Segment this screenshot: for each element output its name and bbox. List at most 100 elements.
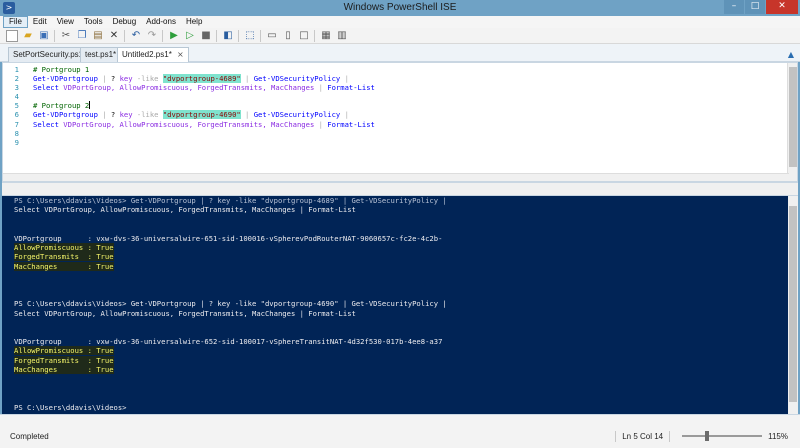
open-folder-icon[interactable]: ▰ [22,30,34,42]
console-output[interactable]: PS C:\Users\ddavis\Videos> Get-VDPortgro… [14,196,447,412]
menu-debug[interactable]: Debug [108,16,142,28]
line-number: 8 [14,128,19,138]
collapse-script-pane-icon[interactable]: ▲ [788,50,794,59]
menu-file[interactable]: File [3,16,28,28]
menu-edit[interactable]: Edit [28,16,52,28]
show-script-pane-max-icon[interactable]: □ [298,30,310,42]
code-token: VDPortGroup, AllowPromiscuous, ForgedTra… [63,83,315,93]
powershell-tab-icon[interactable]: ⬚ [244,30,256,42]
line-number: 5 [14,101,19,111]
code-token: # Portgroup 2 [33,101,90,111]
zoom-slider-thumb[interactable] [704,431,709,441]
script-pane[interactable]: 1 # Portgroup 1 2 Get-VDPortgroup | ? key -… [2,62,798,182]
menu-help[interactable]: Help [181,16,207,28]
script-line[interactable]: 7 Select VDPortGroup, AllowPromiscuous, F… [3,120,375,129]
menu-view[interactable]: View [52,16,79,28]
console-line: VDPortgroup : vxw-dvs-36-universalwire-6… [14,233,443,243]
redo-icon[interactable]: ↷ [146,30,158,42]
cursor-position: Ln 5 Col 14 [622,431,664,441]
console-line: PS C:\Users\ddavis\Videos> Get-VDPortgro… [14,299,447,309]
status-text: Completed [10,432,49,441]
show-script-pane-right-icon[interactable]: ▯ [282,30,294,42]
copy-icon[interactable]: ❐ [76,30,88,42]
code-token: | [240,110,254,120]
run-script-icon[interactable]: ▶ [168,30,180,42]
script-line[interactable]: 5 # Portgroup 2 [3,101,375,110]
maximize-button[interactable]: □ [745,0,765,14]
code-token: | [97,74,111,84]
code-token: | [340,110,349,120]
code-token: Select [33,119,59,129]
highlighted-output: AllowPromiscuous : True [14,346,114,356]
code-token: "dvportgroup-4689" [162,74,241,84]
console-line: ForgedTransmits : True [14,252,447,262]
tab-setportsecurity[interactable]: SetPortSecurity.ps1 [8,47,89,62]
minimize-button[interactable]: – [724,0,744,14]
zoom-level: 115% [768,431,788,441]
console-line: PS C:\Users\ddavis\Videos> Get-VDPortgro… [14,196,447,205]
line-number: 4 [14,92,19,102]
new-file-icon[interactable] [6,30,18,42]
script-line[interactable]: 2 Get-VDPortgroup | ? key -like "dvportgr… [3,74,375,84]
line-number: 3 [14,83,19,93]
menu-add-ons[interactable]: Add-ons [141,16,181,28]
code-token: VDPortGroup, AllowPromiscuous, ForgedTra… [63,119,315,129]
code-token: Get-VDPortgroup [33,110,98,120]
console-line: VDPortgroup : vxw-dvs-36-universalwire-6… [14,336,443,346]
script-line[interactable]: 3 Select VDPortGroup, AllowPromiscuous, F… [3,83,375,92]
highlighted-output: AllowPromiscuous : True [14,242,114,252]
script-vertical-scrollbar[interactable] [787,63,797,181]
code-token: Get-VDPortgroup [33,74,98,84]
script-horizontal-scrollbar[interactable] [3,173,789,181]
code-token: "dvportgroup-4690" [162,110,241,120]
cut-icon[interactable]: ✂ [60,30,72,42]
console-pane[interactable]: PS C:\Users\ddavis\Videos> Get-VDPortgro… [2,196,798,414]
script-line[interactable]: 6 Get-VDPortgroup | ? key -like "dvportgr… [3,110,375,120]
menu-bar: File Edit View Tools Debug Add-ons Help [0,16,800,28]
code-token: Format-List [327,83,375,93]
undo-icon[interactable]: ↶ [130,30,142,42]
script-line[interactable]: 8 [3,129,375,138]
pane-splitter[interactable] [2,182,798,196]
highlighted-output: ForgedTransmits : True [14,355,114,365]
console-line: PS C:\Users\ddavis\Videos> [14,402,127,412]
script-editor[interactable]: 1 # Portgroup 1 2 Get-VDPortgroup | ? key -… [3,65,375,147]
code-token: ? [110,110,120,120]
close-tab-icon[interactable]: × [177,50,184,59]
code-token: Get-VDSecurityPolicy [253,74,341,84]
menu-tools[interactable]: Tools [79,16,108,28]
save-icon[interactable]: ▣ [38,30,50,42]
close-button[interactable]: ✕ [766,0,798,14]
show-command-addon-icon[interactable]: ▥ [336,30,348,42]
stop-icon[interactable]: ■ [200,30,212,42]
tab-test[interactable]: test.ps1* [80,47,122,62]
line-number: 7 [14,119,19,129]
highlighted-output: MacChanges : True [14,261,114,271]
console-line: ForgedTransmits : True [14,355,447,365]
remote-session-icon[interactable]: ◧ [222,30,234,42]
script-line[interactable]: 1 # Portgroup 1 [3,65,375,74]
show-command-window-icon[interactable]: ▦ [320,30,332,42]
tab-label: SetPortSecurity.ps1 [13,50,84,59]
highlighted-output: MacChanges : True [14,365,114,375]
run-selection-icon[interactable]: ▷ [184,30,196,42]
console-line: Select VDPortGroup, AllowPromiscuous, Fo… [14,308,356,318]
console-scrollbar[interactable] [788,196,798,414]
paste-icon[interactable]: ▤ [92,30,104,42]
script-line[interactable]: 4 [3,92,375,101]
script-line[interactable]: 9 [3,138,375,147]
tab-untitled2[interactable]: Untitled2.ps1* × [117,47,189,63]
code-token: Select [33,83,59,93]
show-script-pane-top-icon[interactable]: ▭ [266,30,278,42]
line-number: 9 [14,137,19,147]
line-number: 1 [14,65,19,74]
zoom-slider[interactable] [682,431,763,441]
clear-icon[interactable]: ✕ [108,30,120,42]
window-title: Windows PowerShell ISE [343,2,457,13]
